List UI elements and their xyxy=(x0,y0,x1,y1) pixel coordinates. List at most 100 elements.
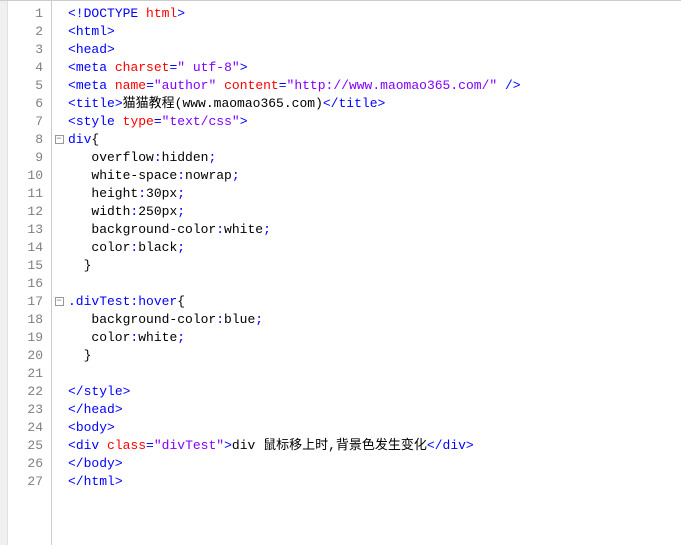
code-token: content xyxy=(224,78,279,93)
code-token: div 鼠标移上时,背景色发生变化 xyxy=(232,438,427,453)
code-token: 250px xyxy=(138,204,177,219)
code-line[interactable]: background-color:blue; xyxy=(68,311,681,329)
code-token: > xyxy=(115,474,123,489)
code-line[interactable]: </html> xyxy=(68,473,681,491)
code-token: title xyxy=(338,96,377,111)
code-token: 30px xyxy=(146,186,177,201)
line-number: 5 xyxy=(8,77,51,95)
code-token: = xyxy=(146,78,154,93)
code-line[interactable]: <style type="text/css"> xyxy=(68,113,681,131)
fold-toggle xyxy=(52,257,66,275)
code-token: hidden xyxy=(162,150,209,165)
code-line[interactable]: <body> xyxy=(68,419,681,437)
fold-toggle xyxy=(52,221,66,239)
code-token: " utf-8" xyxy=(177,60,239,75)
line-number: 22 xyxy=(8,383,51,401)
code-token: div xyxy=(68,132,91,147)
code-token: </ xyxy=(68,474,84,489)
code-token: > xyxy=(107,42,115,57)
code-token: = xyxy=(154,114,162,129)
code-line[interactable]: white-space:nowrap; xyxy=(68,167,681,185)
fold-toggle xyxy=(52,203,66,221)
code-token: charset xyxy=(115,60,170,75)
code-token: div xyxy=(76,438,99,453)
code-line[interactable]: overflow:hidden; xyxy=(68,149,681,167)
code-token: head xyxy=(76,42,107,57)
code-editor[interactable]: 1234567891011121314151617181920212223242… xyxy=(0,1,681,545)
fold-toggle xyxy=(52,401,66,419)
code-token: ; xyxy=(177,330,185,345)
code-line[interactable]: <title>猫猫教程(www.maomao365.com)</title> xyxy=(68,95,681,113)
code-token: > xyxy=(123,384,131,399)
code-token: : xyxy=(216,222,224,237)
code-token: body xyxy=(76,420,107,435)
code-line[interactable]: <meta name="author" content="http://www.… xyxy=(68,77,681,95)
code-token: type xyxy=(123,114,154,129)
code-token: black xyxy=(138,240,177,255)
line-number: 15 xyxy=(8,257,51,275)
code-token: > xyxy=(115,456,123,471)
code-line[interactable] xyxy=(68,275,681,293)
code-token: < xyxy=(68,114,76,129)
code-token: > xyxy=(115,96,123,111)
margin-strip xyxy=(0,1,8,545)
code-token: > xyxy=(107,420,115,435)
code-token: > xyxy=(224,438,232,453)
code-line[interactable]: color:black; xyxy=(68,239,681,257)
code-token: > xyxy=(115,402,123,417)
fold-toggle xyxy=(52,149,66,167)
code-token: = xyxy=(146,438,154,453)
code-token: < xyxy=(68,96,76,111)
code-line[interactable]: </head> xyxy=(68,401,681,419)
code-token: > xyxy=(378,96,386,111)
code-token: </ xyxy=(427,438,443,453)
code-area[interactable]: <!DOCTYPE html><html><head><meta charset… xyxy=(66,1,681,545)
line-number: 16 xyxy=(8,275,51,293)
line-number: 1 xyxy=(8,5,51,23)
code-token: white xyxy=(224,222,263,237)
code-line[interactable]: } xyxy=(68,347,681,365)
code-token: > xyxy=(240,60,248,75)
code-token: < xyxy=(68,42,76,57)
code-token: ; xyxy=(177,240,185,255)
line-number: 11 xyxy=(8,185,51,203)
code-line[interactable]: color:white; xyxy=(68,329,681,347)
code-line[interactable]: background-color:white; xyxy=(68,221,681,239)
line-number: 26 xyxy=(8,455,51,473)
code-line[interactable]: <head> xyxy=(68,41,681,59)
code-line[interactable]: width:250px; xyxy=(68,203,681,221)
code-token: < xyxy=(68,24,76,39)
code-token: } xyxy=(84,348,92,363)
code-line[interactable]: <meta charset=" utf-8"> xyxy=(68,59,681,77)
line-number: 7 xyxy=(8,113,51,131)
code-token: 猫猫教程(www.maomao365.com) xyxy=(123,96,323,111)
fold-collapse-icon[interactable]: − xyxy=(55,135,64,144)
fold-toggle xyxy=(52,41,66,59)
code-token: background-color xyxy=(91,222,216,237)
fold-toggle xyxy=(52,95,66,113)
fold-toggle[interactable]: − xyxy=(52,293,66,311)
code-line[interactable]: height:30px; xyxy=(68,185,681,203)
code-line[interactable]: } xyxy=(68,257,681,275)
code-token: .divTest:hover xyxy=(68,294,177,309)
code-token: : xyxy=(138,186,146,201)
code-token: > xyxy=(177,6,185,21)
code-line[interactable]: </style> xyxy=(68,383,681,401)
fold-toggle[interactable]: − xyxy=(52,131,66,149)
code-token: } xyxy=(84,258,92,273)
code-line[interactable]: <!DOCTYPE html> xyxy=(68,5,681,23)
code-line[interactable]: <html> xyxy=(68,23,681,41)
code-line[interactable]: <div class="divTest">div 鼠标移上时,背景色发生变化</… xyxy=(68,437,681,455)
code-token: < xyxy=(68,60,76,75)
code-token: white xyxy=(138,330,177,345)
code-line[interactable] xyxy=(68,365,681,383)
fold-collapse-icon[interactable]: − xyxy=(55,297,64,306)
code-line[interactable]: </body> xyxy=(68,455,681,473)
code-token: meta xyxy=(76,60,107,75)
fold-toggle xyxy=(52,311,66,329)
line-number: 25 xyxy=(8,437,51,455)
fold-toggle xyxy=(52,5,66,23)
code-line[interactable]: div{ xyxy=(68,131,681,149)
line-number: 24 xyxy=(8,419,51,437)
code-line[interactable]: .divTest:hover{ xyxy=(68,293,681,311)
